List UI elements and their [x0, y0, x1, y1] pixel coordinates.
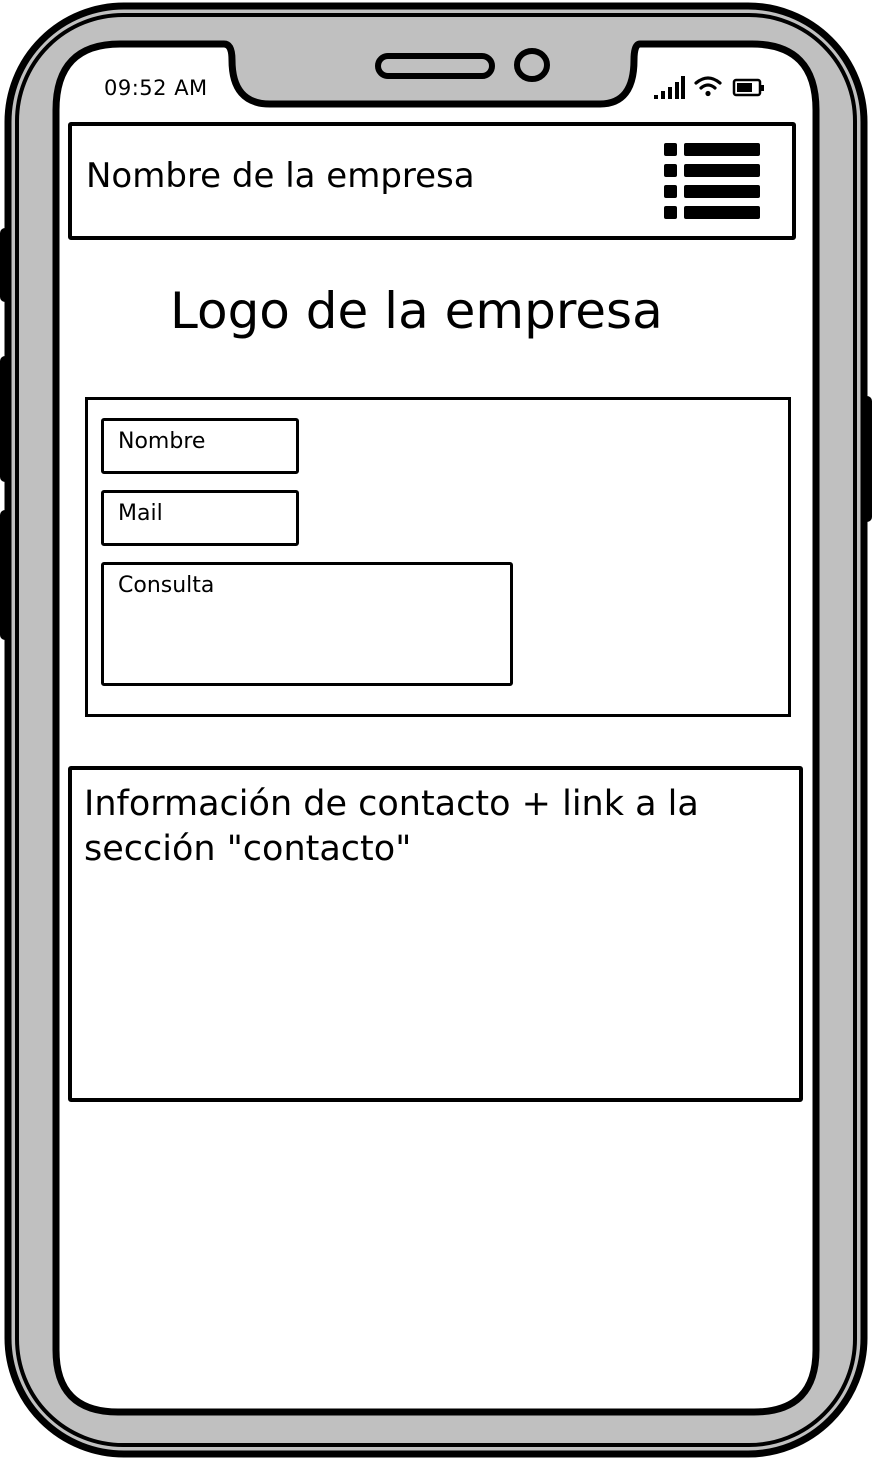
nombre-field-label: Nombre	[118, 429, 206, 454]
status-time: 09:52 AM	[104, 76, 208, 100]
company-logo: Logo de la empresa	[170, 282, 663, 340]
signal-icon	[654, 76, 685, 99]
mail-field-label: Mail	[118, 501, 163, 526]
company-name: Nombre de la empresa	[86, 156, 475, 196]
mail-field[interactable]: Mail	[101, 490, 299, 546]
battery-icon	[732, 78, 764, 97]
nombre-field[interactable]: Nombre	[101, 418, 299, 474]
contact-info-text: Información de contacto + link a la secc…	[84, 784, 699, 869]
contact-info-box[interactable]: Información de contacto + link a la secc…	[68, 766, 803, 1102]
menu-list-icon[interactable]	[662, 142, 762, 220]
consulta-textarea[interactable]: Consulta	[101, 562, 513, 686]
consulta-field-label: Consulta	[118, 573, 215, 598]
wifi-icon	[694, 76, 722, 97]
